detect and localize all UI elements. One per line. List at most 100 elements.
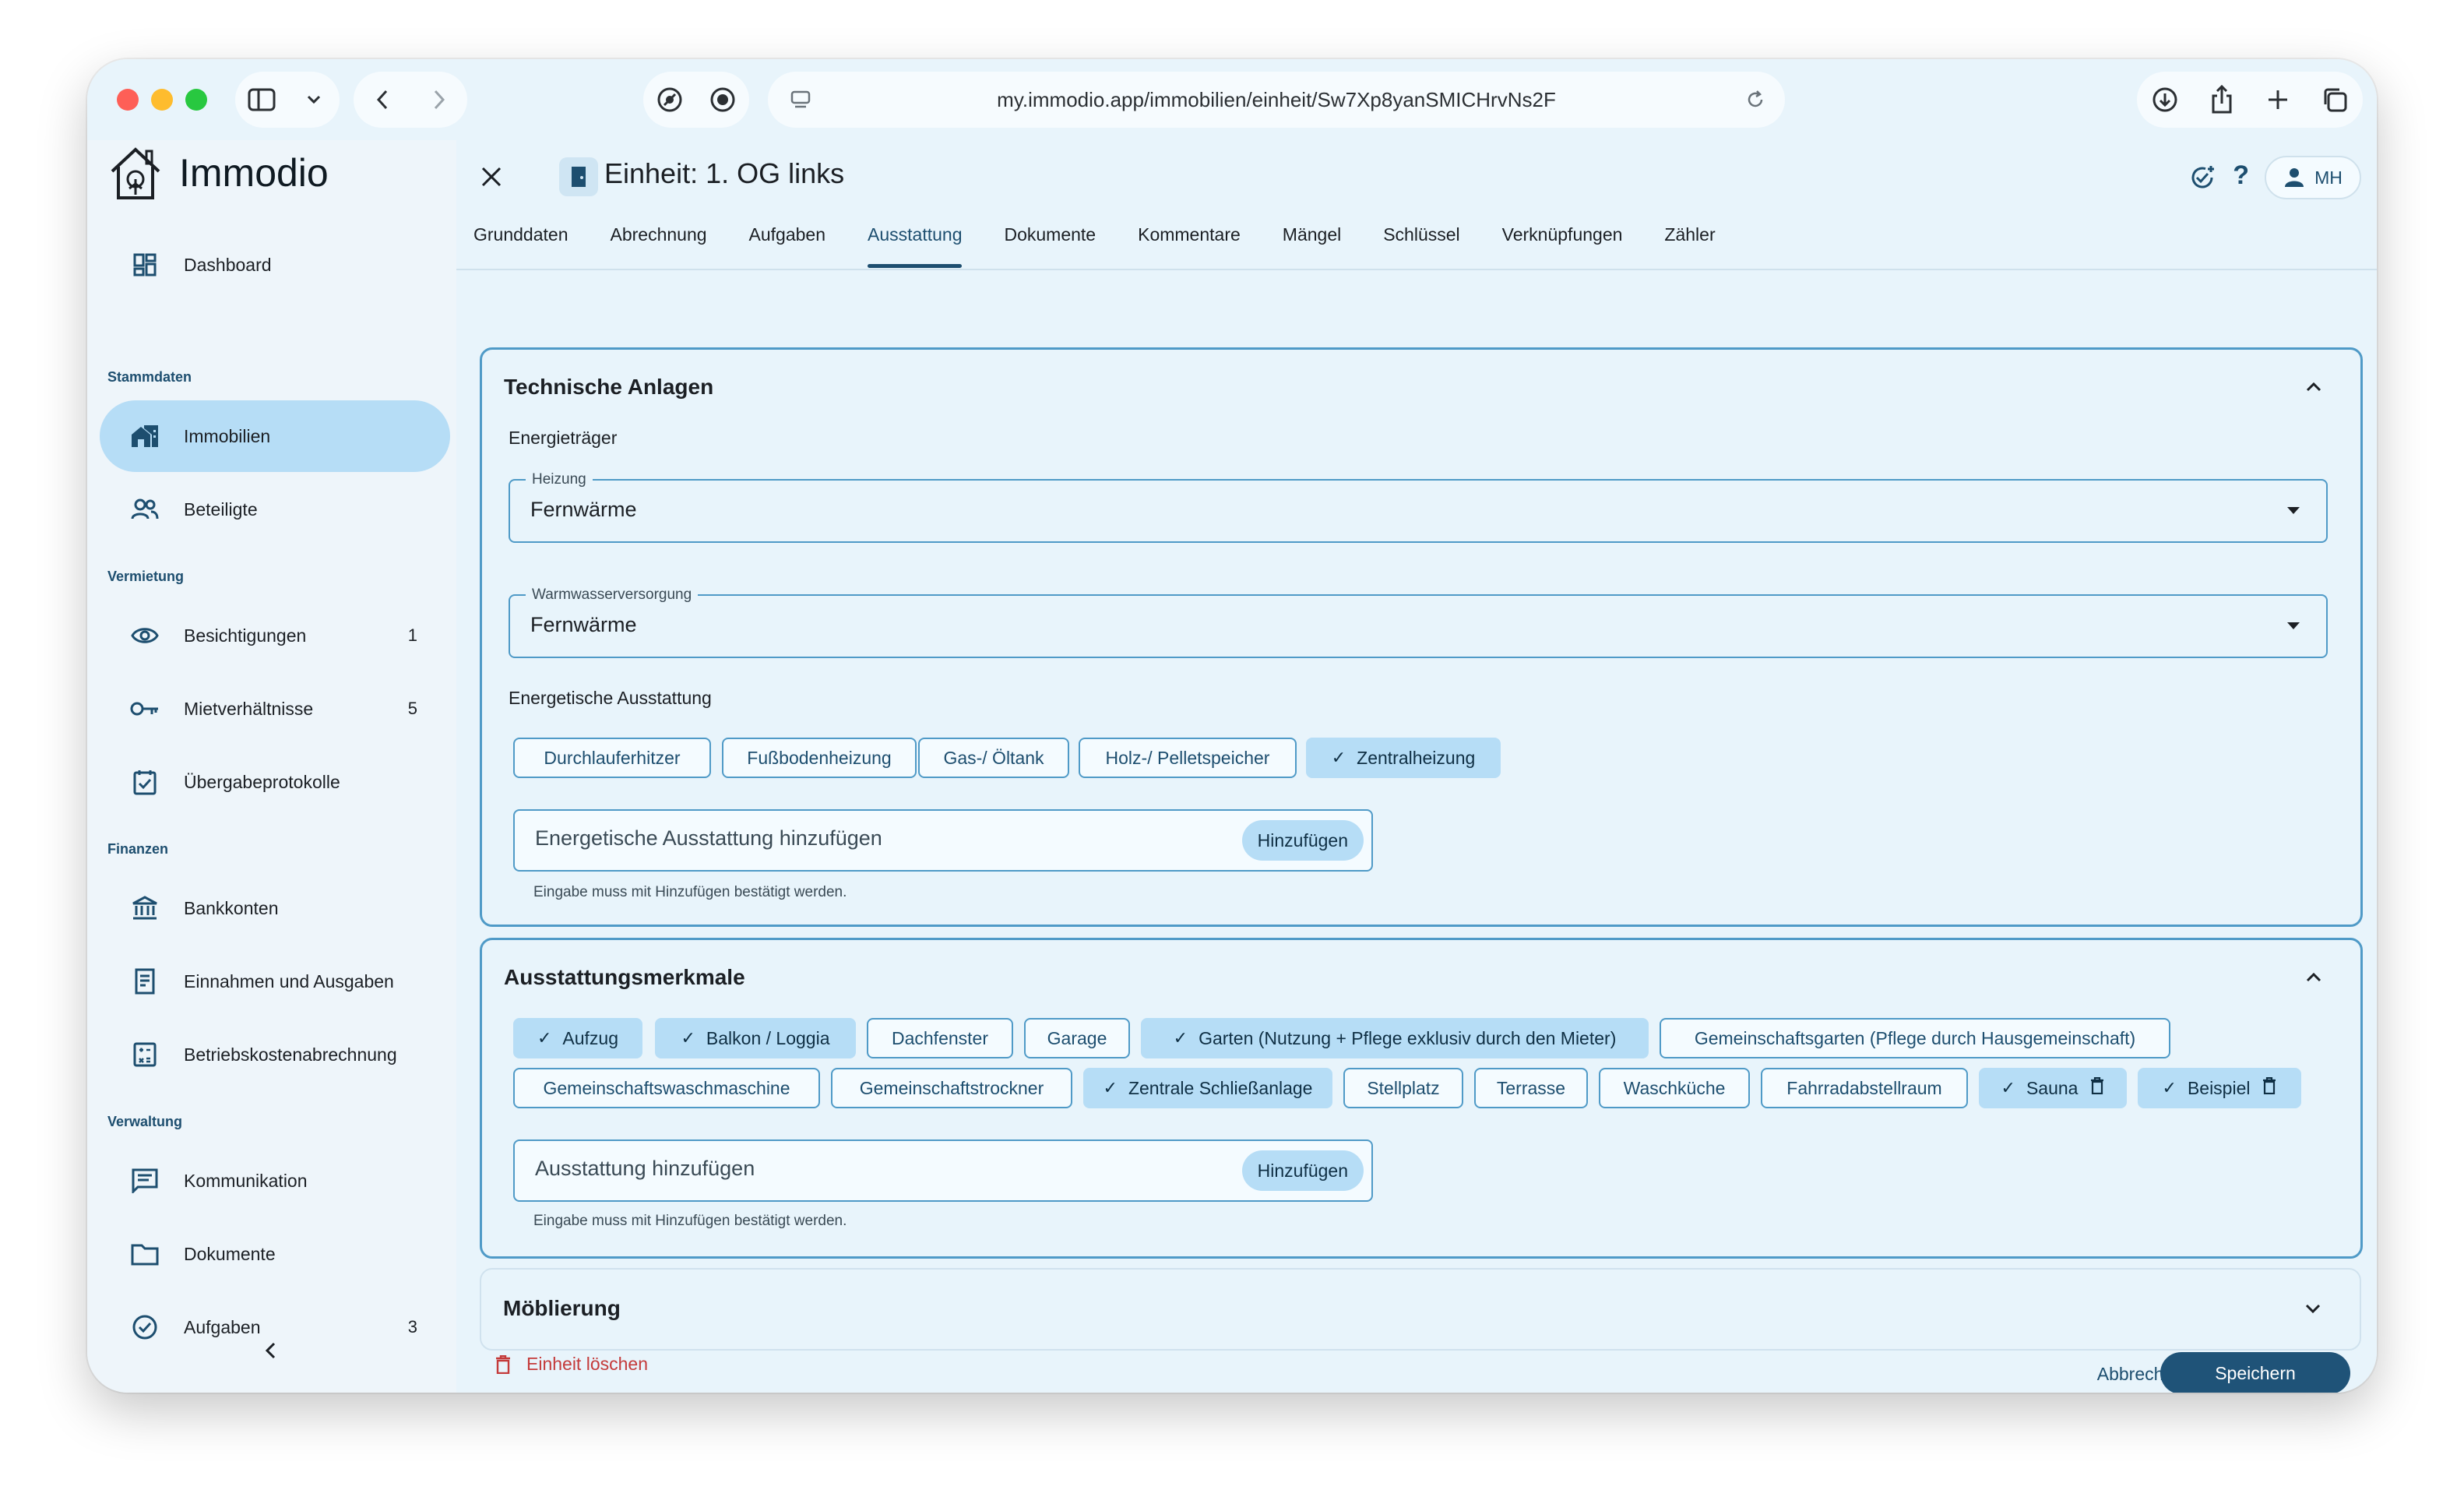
section-verwaltung: Verwaltung <box>107 1114 183 1129</box>
tab-divider <box>456 269 2377 270</box>
sidebar-item-einnahmen-ausgaben[interactable]: Einnahmen und Ausgaben <box>100 946 450 1017</box>
minimize-window-button[interactable] <box>151 89 173 111</box>
people-icon <box>129 494 160 525</box>
maximize-window-button[interactable] <box>185 89 207 111</box>
chip-label: Beispiel <box>2187 1077 2251 1098</box>
delete-unit-button[interactable]: Einheit löschen <box>495 1354 648 1375</box>
download-icon[interactable] <box>2148 83 2182 117</box>
tab-zaehler[interactable]: Zähler <box>1664 224 1715 268</box>
check-icon: ✓ <box>2001 1078 2015 1097</box>
energetische-ausstattung-input[interactable]: Energetische Ausstattung hinzufügen Hinz… <box>513 809 1373 872</box>
chip-dachfenster[interactable]: Dachfenster <box>867 1018 1013 1058</box>
tab-bar: Grunddaten Abrechnung Aufgaben Ausstattu… <box>473 224 1758 268</box>
delete-chip-icon[interactable] <box>2090 1076 2104 1099</box>
tab-dokumente[interactable]: Dokumente <box>1004 224 1096 268</box>
chip-zentralheizung[interactable]: ✓ Zentralheizung <box>1306 738 1501 778</box>
sidebar-item-beteiligte[interactable]: Beteiligte <box>100 474 450 545</box>
sidebar-item-besichtigungen[interactable]: Besichtigungen 1 <box>100 600 450 671</box>
tab-verknuepfungen[interactable]: Verknüpfungen <box>1502 224 1623 268</box>
hinzufuegen-button[interactable]: Hinzufügen <box>1241 1150 1364 1191</box>
check-plus-icon[interactable] <box>2188 164 2216 195</box>
check-icon: ✓ <box>1173 1028 1188 1048</box>
checklist-calendar-icon <box>129 766 160 798</box>
sidebar-item-uebergabeprotokolle[interactable]: Übergabeprotokolle <box>100 746 450 818</box>
delete-label: Einheit löschen <box>526 1354 648 1374</box>
chip-holz-pelletspeicher[interactable]: Holz-/ Pelletspeicher <box>1079 738 1297 778</box>
warmwasser-select[interactable]: Warmwasserversorgung Fernwärme <box>509 586 2328 658</box>
moeblierung-panel[interactable]: Möblierung <box>480 1268 2361 1351</box>
chip-gas-oeltank[interactable]: Gas-/ Öltank <box>918 738 1069 778</box>
tab-schluessel[interactable]: Schlüssel <box>1383 224 1459 268</box>
panel-title: Möblierung <box>503 1296 621 1320</box>
delete-chip-icon[interactable] <box>2262 1076 2276 1099</box>
tab-kommentare[interactable]: Kommentare <box>1138 224 1241 268</box>
input-hint: Eingabe muss mit Hinzufügen bestätigt we… <box>533 1213 847 1229</box>
chip-gemeinschaftsgarten[interactable]: Gemeinschaftsgarten (Pflege durch Hausge… <box>1660 1018 2170 1058</box>
chip-durchlauferhitzer[interactable]: Durchlauferhitzer <box>513 738 711 778</box>
main-content: Einheit: 1. OG links ? MH Grunddaten Abr… <box>456 140 2377 1393</box>
sidebar-item-dokumente[interactable]: Dokumente <box>100 1218 450 1290</box>
ausstattung-input[interactable]: Ausstattung hinzufügen Hinzufügen <box>513 1139 1373 1202</box>
sidebar-item-betriebskostenabrechnung[interactable]: Betriebskostenabrechnung <box>100 1019 450 1090</box>
user-menu-button[interactable]: MH <box>2265 156 2361 199</box>
reload-icon[interactable] <box>1744 89 1766 114</box>
chip-gemeinschaftswaschmaschine[interactable]: Gemeinschaftswaschmaschine <box>513 1068 820 1108</box>
app-name: Immodio <box>179 151 329 195</box>
tab-ausstattung[interactable]: Ausstattung <box>868 224 963 268</box>
share-icon[interactable] <box>2205 83 2239 117</box>
person-icon <box>2285 168 2304 187</box>
calculator-icon <box>129 1039 160 1070</box>
sidebar-item-kommunikation[interactable]: Kommunikation <box>100 1145 450 1217</box>
tab-overview-icon[interactable] <box>2318 83 2352 117</box>
chip-label: Garage <box>1047 1027 1107 1048</box>
task-check-icon <box>129 1312 160 1343</box>
chip-sauna[interactable]: ✓ Sauna <box>1979 1068 2127 1108</box>
record-icon[interactable] <box>706 83 740 117</box>
save-button[interactable]: Speichern <box>2160 1352 2350 1393</box>
chip-waschkueche[interactable]: Waschküche <box>1599 1068 1750 1108</box>
chip-gemeinschaftstrockner[interactable]: Gemeinschaftstrockner <box>831 1068 1072 1108</box>
hinzufuegen-button[interactable]: Hinzufügen <box>1241 820 1364 861</box>
chip-garage[interactable]: Garage <box>1024 1018 1130 1058</box>
tab-abrechnung[interactable]: Abrechnung <box>610 224 706 268</box>
help-icon[interactable]: ? <box>2233 160 2249 191</box>
chip-garten[interactable]: ✓ Garten (Nutzung + Pflege exklusiv durc… <box>1141 1018 1649 1058</box>
address-bar[interactable]: my.immodio.app/immobilien/einheit/Sw7Xp8… <box>768 72 1785 128</box>
chip-aufzug[interactable]: ✓ Aufzug <box>513 1018 642 1058</box>
sidebar-item-mietverhaeltnisse[interactable]: Mietverhältnisse 5 <box>100 673 450 745</box>
close-window-button[interactable] <box>117 89 139 111</box>
sidebar-item-dashboard[interactable]: Dashboard <box>100 229 450 301</box>
back-icon[interactable] <box>365 83 400 117</box>
chip-beispiel[interactable]: ✓ Beispiel <box>2138 1068 2301 1108</box>
sidebar-item-bankkonten[interactable]: Bankkonten <box>100 872 450 944</box>
sidebar-item-count: 5 <box>407 699 417 718</box>
close-icon[interactable] <box>480 165 503 192</box>
tab-grunddaten[interactable]: Grunddaten <box>473 224 568 268</box>
chip-fussbodenheizung[interactable]: Fußbodenheizung <box>722 738 917 778</box>
chevron-up-icon[interactable] <box>2303 967 2325 988</box>
new-tab-icon[interactable] <box>2261 83 2295 117</box>
sidebar-item-label: Einnahmen und Ausgaben <box>184 970 394 991</box>
ausstattungsmerkmale-panel: Ausstattungsmerkmale ✓ Aufzug ✓ Balkon /… <box>480 938 2363 1259</box>
dropdown-arrow-icon <box>2287 507 2300 514</box>
chip-label: Gemeinschaftsgarten (Pflege durch Hausge… <box>1694 1027 2136 1048</box>
tab-maengel[interactable]: Mängel <box>1283 224 1341 268</box>
sidebar-item-label: Beteiligte <box>184 498 258 520</box>
heizung-select[interactable]: Heizung Fernwärme <box>509 471 2328 543</box>
app-logo[interactable]: Immodio <box>106 143 329 203</box>
chevron-down-icon[interactable] <box>2302 1298 2324 1319</box>
chip-stellplatz[interactable]: Stellplatz <box>1343 1068 1463 1108</box>
sidebar-toggle-icon[interactable] <box>245 83 279 117</box>
chip-fahrradabstellraum[interactable]: Fahrradabstellraum <box>1761 1068 1968 1108</box>
chevron-down-icon[interactable] <box>297 83 331 117</box>
chip-zentrale-schliessanlage[interactable]: ✓ Zentrale Schließanlage <box>1083 1068 1332 1108</box>
collapse-sidebar-icon[interactable] <box>262 1340 280 1365</box>
sidebar-item-immobilien[interactable]: Immobilien <box>100 400 450 472</box>
chip-terrasse[interactable]: Terrasse <box>1474 1068 1588 1108</box>
forward-icon[interactable] <box>422 83 456 117</box>
chevron-up-icon[interactable] <box>2303 376 2325 398</box>
chip-label: Dachfenster <box>891 1027 988 1048</box>
block-icon[interactable] <box>653 83 687 117</box>
chip-balkon-loggia[interactable]: ✓ Balkon / Loggia <box>655 1018 856 1058</box>
tab-aufgaben[interactable]: Aufgaben <box>749 224 825 268</box>
